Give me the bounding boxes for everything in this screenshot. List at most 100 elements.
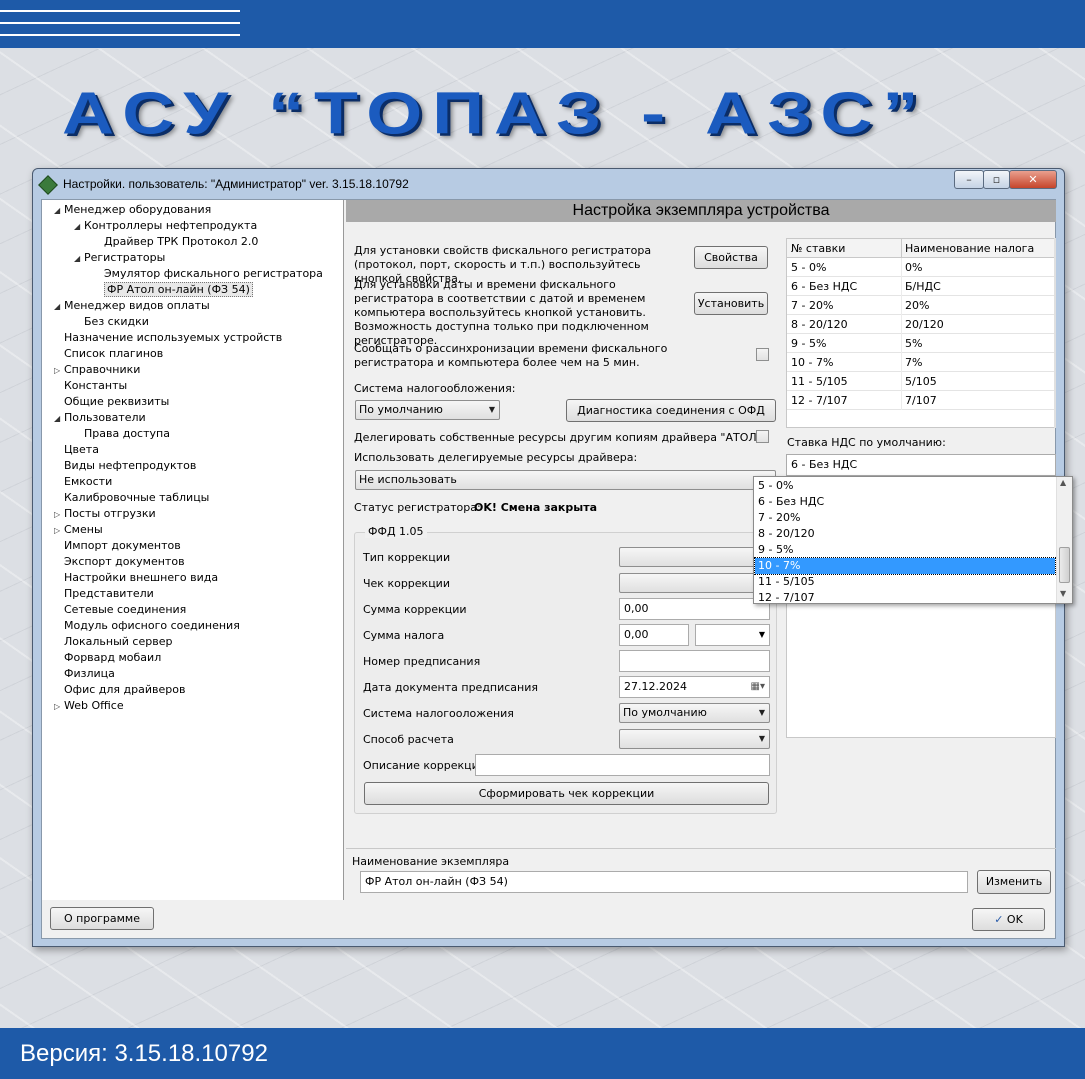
- table-row[interactable]: 9 - 5% 5%: [787, 334, 1055, 353]
- use-delegated-select[interactable]: Не использовать ▼: [355, 470, 776, 490]
- tree-item[interactable]: ◢ Пользователи: [54, 410, 146, 426]
- tree-item[interactable]: Список плагинов: [54, 346, 163, 362]
- prescription-date-input[interactable]: 27.12.2024 ▦▾: [619, 676, 770, 698]
- ofd-diagnostics-button[interactable]: Диагностика соединения с ОФД: [566, 399, 776, 422]
- scroll-down-icon[interactable]: ▼: [1060, 589, 1066, 598]
- tree-item[interactable]: Драйвер ТРК Протокол 2.0: [94, 234, 258, 250]
- scroll-up-icon[interactable]: ▲: [1060, 478, 1066, 487]
- status-value: OK! Смена закрыта: [474, 501, 597, 514]
- table-row[interactable]: 10 - 7% 7%: [787, 353, 1055, 372]
- tree-item[interactable]: ▷ Справочники: [54, 362, 140, 378]
- tree-item[interactable]: Константы: [54, 378, 127, 394]
- grid-scrollbar[interactable]: [1054, 238, 1056, 428]
- expand-arrow-icon[interactable]: ▷: [54, 507, 64, 523]
- tree-item[interactable]: Физлица: [54, 666, 115, 682]
- tree-item[interactable]: Импорт документов: [54, 538, 181, 554]
- tree-item[interactable]: Виды нефтепродуктов: [54, 458, 196, 474]
- calc-method-select[interactable]: ▼: [619, 729, 770, 749]
- scroll-thumb[interactable]: [1059, 547, 1070, 583]
- tree-item[interactable]: ▷ Web Office: [54, 698, 124, 714]
- tree-item[interactable]: ◢ Менеджер оборудования: [54, 202, 211, 218]
- instance-name-input[interactable]: ФР Атол он-лайн (ФЗ 54): [360, 871, 968, 893]
- collapse-arrow-icon[interactable]: ◢: [54, 203, 64, 219]
- correction-type-select[interactable]: ▼: [619, 547, 770, 567]
- column-header[interactable]: Наименование налога: [905, 239, 1034, 258]
- vat-rates-table[interactable]: № ставки Наименование налога 5 - 0% 0% 6 - Б…: [786, 238, 1056, 428]
- tree-item[interactable]: Представители: [54, 586, 154, 602]
- tree-item[interactable]: ◢ Регистраторы: [74, 250, 165, 266]
- correction-sum-input[interactable]: 0,00: [619, 598, 770, 620]
- tree-item[interactable]: Общие реквизиты: [54, 394, 169, 410]
- tax-rate-select[interactable]: ▼: [695, 624, 770, 646]
- dropdown-option[interactable]: 6 - Без НДС: [755, 494, 1055, 510]
- dropdown-option[interactable]: 8 - 20/120: [755, 526, 1055, 542]
- dropdown-option[interactable]: 9 - 5%: [755, 542, 1055, 558]
- table-row[interactable]: 6 - Без НДС Б/НДС: [787, 277, 1055, 296]
- prescription-number-input[interactable]: [619, 650, 770, 672]
- vat-rate-cell: 5 - 0%: [791, 261, 827, 274]
- window-titlebar[interactable]: Настройки. пользователь: "Администратор"…: [33, 169, 1064, 199]
- tree-item[interactable]: Сетевые соединения: [54, 602, 186, 618]
- properties-button[interactable]: Свойства: [694, 246, 768, 269]
- about-button[interactable]: О программе: [50, 907, 154, 930]
- collapse-arrow-icon[interactable]: ◢: [74, 251, 84, 267]
- tree-item[interactable]: ▷ Посты отгрузки: [54, 506, 156, 522]
- delegate-checkbox[interactable]: [756, 430, 769, 443]
- correction-desc-input[interactable]: [475, 754, 770, 776]
- collapse-arrow-icon[interactable]: ◢: [54, 411, 64, 427]
- correction-check-select[interactable]: ▼: [619, 573, 770, 593]
- tree-item[interactable]: Калибровочные таблицы: [54, 490, 209, 506]
- tree-item[interactable]: Офис для драйверов: [54, 682, 185, 698]
- table-row[interactable]: 7 - 20% 20%: [787, 296, 1055, 315]
- make-correction-check-button[interactable]: Сформировать чек коррекции: [364, 782, 769, 805]
- default-vat-select[interactable]: 6 - Без НДС: [786, 454, 1056, 476]
- tree-item[interactable]: Модуль офисного соединения: [54, 618, 240, 634]
- tree-item[interactable]: Локальный сервер: [54, 634, 172, 650]
- tree-item[interactable]: Форвард мобаил: [54, 650, 161, 666]
- calendar-icon[interactable]: ▦▾: [751, 677, 765, 697]
- dropdown-option[interactable]: 5 - 0%: [755, 478, 1055, 494]
- close-button[interactable]: ✕: [1009, 170, 1057, 189]
- maximize-button[interactable]: ▫: [983, 170, 1010, 189]
- settings-tree[interactable]: ◢ Менеджер оборудования ◢ Контроллеры нефте…: [42, 200, 344, 900]
- tree-item-label: Настройки внешнего вида: [64, 571, 219, 584]
- collapse-arrow-icon[interactable]: ◢: [74, 219, 84, 235]
- dropdown-option[interactable]: 10 - 7%: [754, 557, 1056, 575]
- tax-system-select[interactable]: По умолчанию ▼: [355, 400, 500, 420]
- table-row[interactable]: 5 - 0% 0%: [787, 258, 1055, 277]
- collapse-arrow-icon[interactable]: ◢: [54, 299, 64, 315]
- expand-arrow-icon[interactable]: ▷: [54, 699, 64, 715]
- tree-item[interactable]: Настройки внешнего вида: [54, 570, 218, 586]
- tree-item[interactable]: Цвета: [54, 442, 99, 458]
- tax-sum-input[interactable]: 0,00: [619, 624, 689, 646]
- tree-item[interactable]: Без скидки: [74, 314, 149, 330]
- tree-item[interactable]: ▷ Смены: [54, 522, 103, 538]
- dropdown-option[interactable]: 12 - 7/107: [755, 590, 1055, 606]
- tree-item[interactable]: ФР Атол он-лайн (ФЗ 54): [94, 282, 253, 298]
- table-row[interactable]: 12 - 7/107 7/107: [787, 391, 1055, 410]
- change-name-button[interactable]: Изменить: [977, 870, 1051, 894]
- tree-item[interactable]: ◢ Менеджер видов оплаты: [54, 298, 210, 314]
- tree-item[interactable]: Эмулятор фискального регистратора: [94, 266, 323, 282]
- tree-item[interactable]: Экспорт документов: [54, 554, 185, 570]
- ok-button[interactable]: ✓ OK: [972, 908, 1045, 931]
- set-datetime-button[interactable]: Установить: [694, 292, 768, 315]
- tree-item[interactable]: ◢ Контроллеры нефтепродукта: [74, 218, 257, 234]
- delegate-label: Делегировать собственные ресурсы другим …: [354, 431, 762, 444]
- dropdown-option[interactable]: 11 - 5/105: [755, 574, 1055, 590]
- desync-checkbox[interactable]: [756, 348, 769, 361]
- ffd-tax-system-select[interactable]: По умолчанию ▼: [619, 703, 770, 723]
- dropdown-option[interactable]: 7 - 20%: [755, 510, 1055, 526]
- tree-item[interactable]: Емкости: [54, 474, 112, 490]
- expand-arrow-icon[interactable]: ▷: [54, 363, 64, 379]
- tree-item[interactable]: Назначение используемых устройств: [54, 330, 282, 346]
- dropdown-scrollbar[interactable]: ▲ ▼: [1056, 477, 1072, 603]
- tree-item[interactable]: Права доступа: [74, 426, 170, 442]
- column-header[interactable]: № ставки: [791, 239, 901, 258]
- table-row[interactable]: 8 - 20/120 20/120: [787, 315, 1055, 334]
- default-vat-dropdown[interactable]: 12 - 7/107 11 - 5/105 10 - 7% 9 - 5% 8 - 20/…: [753, 476, 1073, 604]
- table-row[interactable]: 11 - 5/105 5/105: [787, 372, 1055, 391]
- expand-arrow-icon[interactable]: ▷: [54, 523, 64, 539]
- minimize-button[interactable]: –: [954, 170, 984, 189]
- column-separator: [901, 239, 902, 258]
